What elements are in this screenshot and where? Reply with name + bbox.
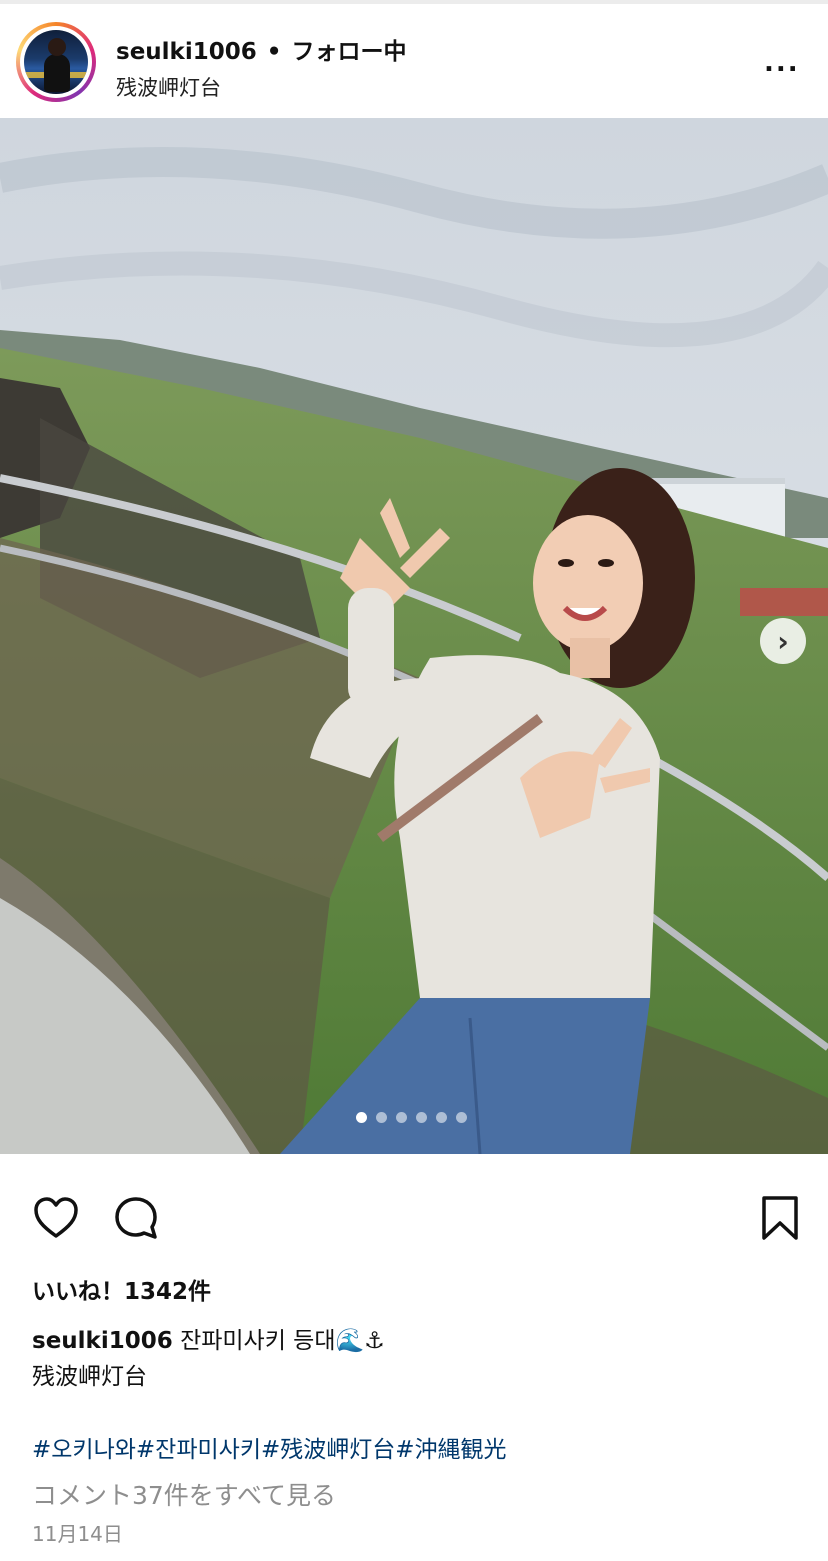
follow-status[interactable]: フォロー中 (291, 39, 406, 65)
caption-text: 잔파미사키 등대🌊⚓ (180, 1328, 385, 1354)
likes-count[interactable]: いいね！1342件 (32, 1272, 211, 1306)
carousel-dot (376, 1112, 387, 1123)
carousel-dot (356, 1112, 367, 1123)
location-link[interactable]: 残波岬灯台 (116, 72, 221, 102)
carousel-indicator (356, 1112, 467, 1123)
avatar-image (24, 30, 88, 94)
post-header: seulki1006 • フォロー中 残波岬灯台 ... (0, 4, 828, 116)
view-all-comments-link[interactable]: コメント37件をすべて見る (32, 1476, 336, 1512)
carousel-dot (396, 1112, 407, 1123)
username-link[interactable]: seulki1006 (116, 39, 257, 65)
post-caption: seulki1006 잔파미사키 등대🌊⚓ 残波岬灯台 (32, 1323, 792, 1395)
username-row: seulki1006 • フォロー中 (116, 32, 406, 66)
avatar[interactable] (16, 22, 96, 102)
carousel-next-button[interactable]: › (760, 618, 806, 664)
caption-username[interactable]: seulki1006 (32, 1328, 173, 1354)
post-photo[interactable]: › (0, 118, 828, 1154)
separator-dot: • (266, 39, 282, 65)
carousel-dot (456, 1112, 467, 1123)
post-date: 11月14日 (32, 1522, 123, 1546)
caption-line2: 残波岬灯台 (32, 1364, 147, 1390)
photo-illustration (0, 118, 828, 1154)
hashtags[interactable]: #오키나와#잔파미사키#残波岬灯台#沖縄観光 (32, 1430, 507, 1464)
action-bar (0, 1154, 828, 1264)
bookmark-icon[interactable] (756, 1194, 804, 1242)
carousel-dot (436, 1112, 447, 1123)
more-options-icon[interactable]: ... (764, 48, 800, 78)
heart-icon[interactable] (32, 1194, 80, 1242)
comment-icon[interactable] (112, 1194, 160, 1242)
carousel-dot (416, 1112, 427, 1123)
